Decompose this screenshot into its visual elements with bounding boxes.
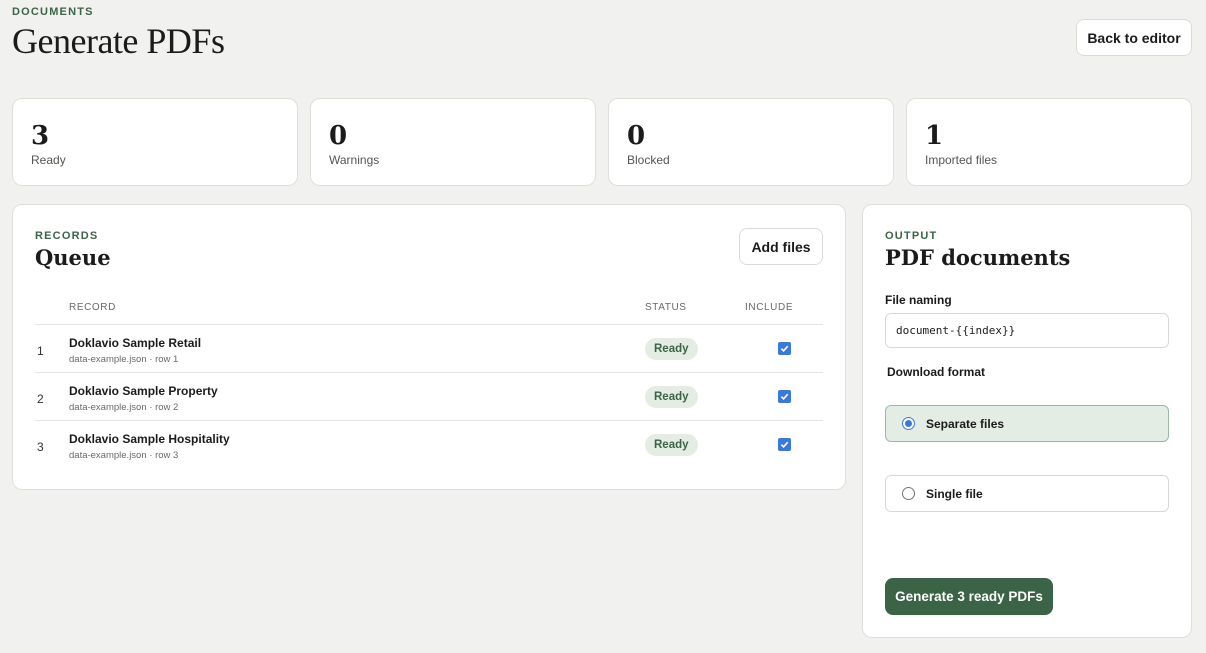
stat-value: 0 — [329, 121, 348, 151]
stat-card-ready: 3 Ready — [12, 98, 298, 186]
status-badge: Ready — [645, 434, 698, 456]
option-label: Single file — [926, 487, 983, 501]
check-icon — [780, 393, 789, 401]
column-header-status: STATUS — [645, 302, 687, 313]
stat-label: Warnings — [329, 153, 380, 167]
record-source: data-example.json · row 1 — [69, 354, 179, 365]
stat-label: Blocked — [627, 153, 670, 167]
queue-panel: RECORDS Queue Add files RECORD STATUS IN… — [12, 204, 846, 490]
output-panel: OUTPUT PDF documents File naming Downloa… — [862, 204, 1192, 638]
check-icon — [780, 345, 789, 353]
generate-pdfs-button[interactable]: Generate 3 ready PDFs — [885, 578, 1053, 615]
record-title: Doklavio Sample Property — [69, 384, 218, 398]
radio-button[interactable] — [902, 487, 915, 500]
record-title: Doklavio Sample Retail — [69, 336, 202, 350]
stat-label: Imported files — [925, 153, 998, 167]
column-header-include: INCLUDE — [745, 302, 794, 313]
add-files-button[interactable]: Add files — [739, 228, 823, 265]
stat-card-warnings: 0 Warnings — [310, 98, 596, 186]
download-format-label: Download format — [887, 365, 985, 379]
record-source: data-example.json · row 3 — [69, 450, 179, 461]
radio-button[interactable] — [902, 417, 915, 430]
file-naming-label: File naming — [885, 293, 952, 307]
file-naming-input[interactable] — [885, 313, 1169, 348]
back-to-editor-button[interactable]: Back to editor — [1076, 19, 1192, 56]
status-badge: Ready — [645, 338, 698, 360]
table-row: 2 Doklavio Sample Property data-example.… — [35, 372, 823, 420]
row-index: 2 — [37, 392, 44, 406]
row-index: 1 — [37, 344, 44, 358]
table-row: 1 Doklavio Sample Retail data-example.js… — [35, 324, 823, 372]
option-separate-files[interactable]: Separate files — [885, 405, 1169, 442]
row-index: 3 — [37, 440, 44, 454]
output-title: PDF documents — [885, 245, 1071, 270]
stat-card-imported-files: 1 Imported files — [906, 98, 1192, 186]
queue-title: Queue — [35, 245, 111, 270]
column-header-record: RECORD — [69, 302, 116, 313]
status-badge: Ready — [645, 386, 698, 408]
page-title: Generate PDFs — [12, 21, 225, 61]
check-icon — [780, 441, 789, 449]
table-row: 3 Doklavio Sample Hospitality data-examp… — [35, 420, 823, 468]
output-eyebrow: OUTPUT — [885, 230, 938, 242]
stat-card-blocked: 0 Blocked — [608, 98, 894, 186]
option-label: Separate files — [926, 417, 1005, 431]
include-checkbox[interactable] — [778, 438, 791, 451]
stat-label: Ready — [31, 153, 66, 167]
record-title: Doklavio Sample Hospitality — [69, 432, 230, 446]
stat-value: 3 — [31, 121, 50, 151]
stat-value: 1 — [925, 121, 944, 151]
record-source: data-example.json · row 2 — [69, 402, 179, 413]
include-checkbox[interactable] — [778, 342, 791, 355]
section-eyebrow: DOCUMENTS — [12, 6, 94, 18]
queue-eyebrow: RECORDS — [35, 230, 99, 242]
include-checkbox[interactable] — [778, 390, 791, 403]
option-single-file[interactable]: Single file — [885, 475, 1169, 512]
stat-value: 0 — [627, 121, 646, 151]
